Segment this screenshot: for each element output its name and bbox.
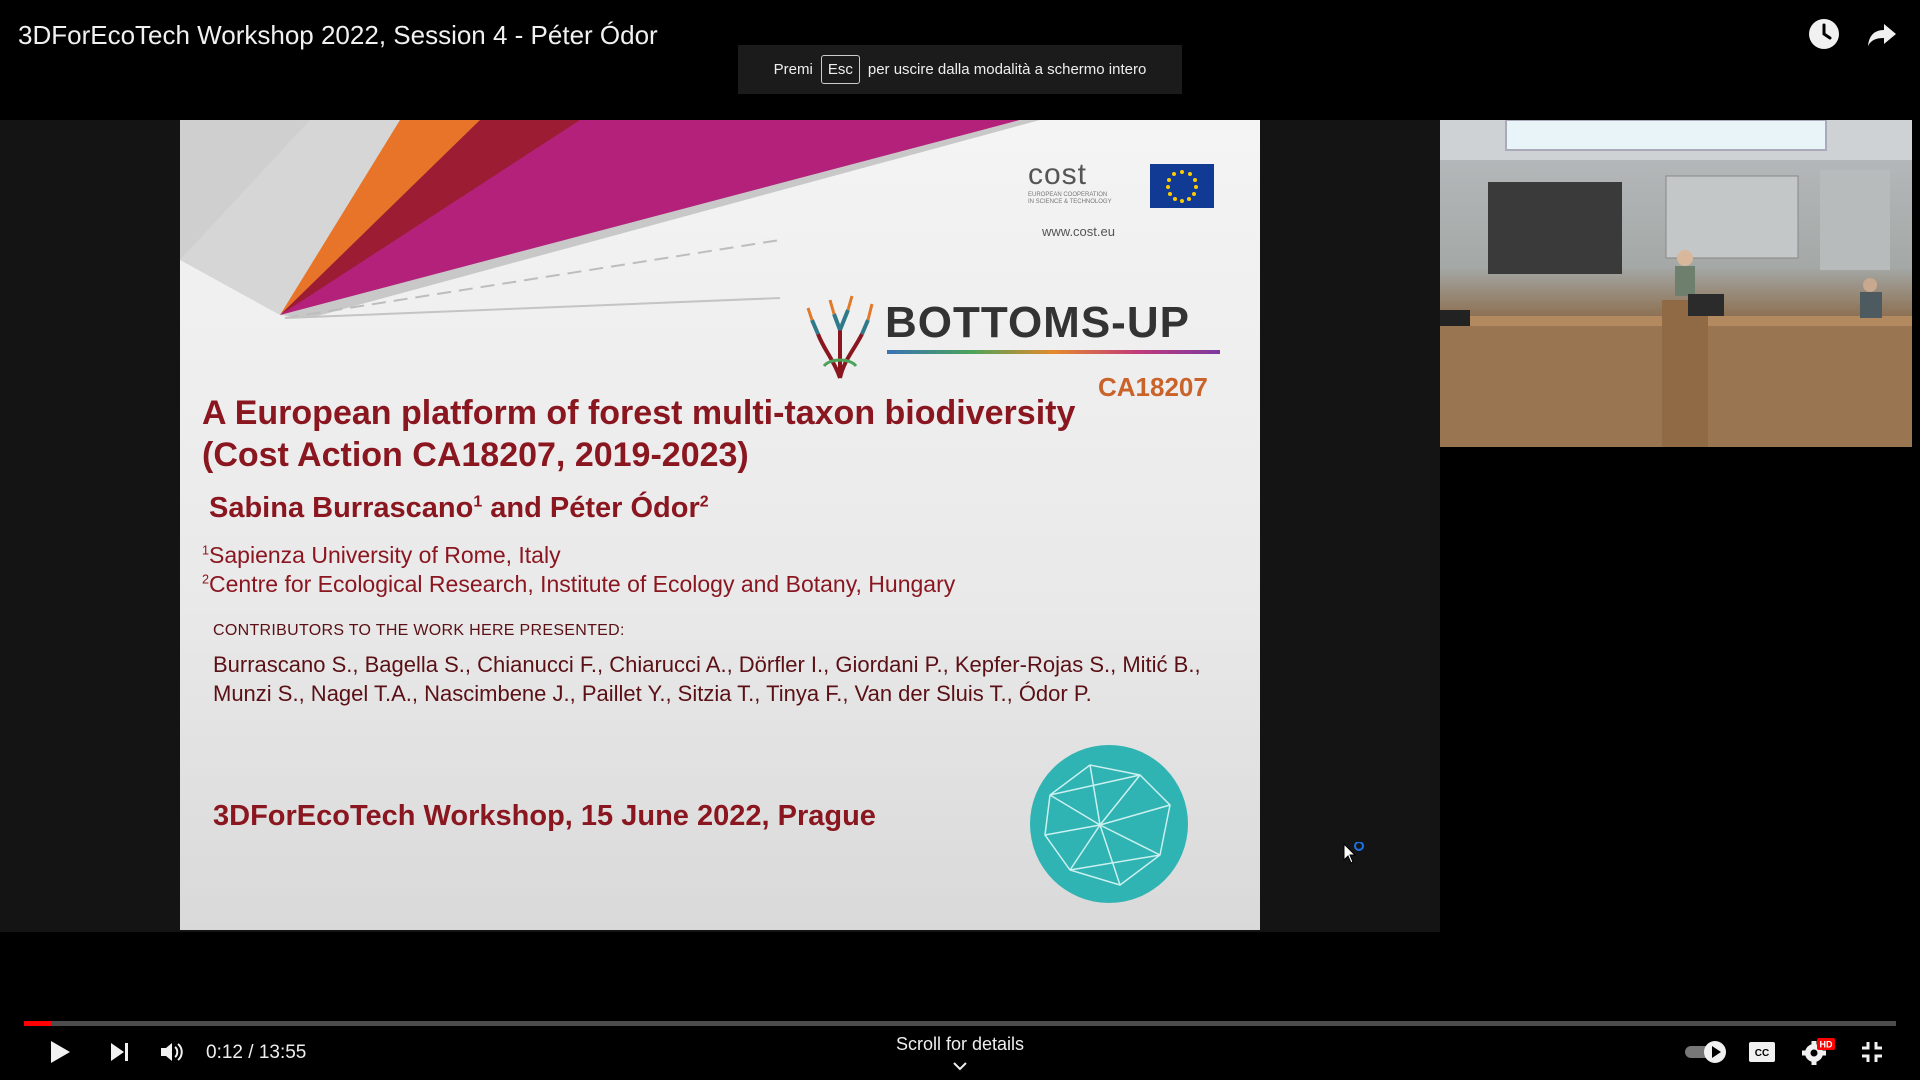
- watch-later-button[interactable]: [1806, 16, 1842, 52]
- progress-played: [24, 1021, 52, 1026]
- subtitles-button[interactable]: CC: [1742, 1032, 1782, 1072]
- author-1: Sabina Burrascano: [209, 492, 474, 524]
- cc-icon: CC: [1749, 1042, 1775, 1062]
- next-button[interactable]: [100, 1032, 140, 1072]
- contributors-list: Burrascano S., Bagella S., Chianucci F.,…: [213, 650, 1213, 708]
- cost-logo: cost European Cooperation in Science & T…: [1028, 158, 1122, 205]
- presentation-slide: cost European Cooperation in Science & T…: [180, 120, 1260, 930]
- author-join: and Péter Ódor: [482, 492, 700, 524]
- volume-icon: [161, 1043, 183, 1061]
- speaker-camera-feed: [1440, 120, 1912, 447]
- affiliation-2-sup: 2: [202, 572, 210, 587]
- slide-authors: Sabina Burrascano1 and Péter Ódor2: [209, 492, 709, 525]
- cost-logo-sub1: European Cooperation: [1028, 192, 1108, 198]
- author-1-sup: 1: [473, 493, 483, 511]
- eu-flag-icon: [1150, 164, 1214, 208]
- slide-heading-line1: A European platform of forest multi-taxo…: [202, 394, 1076, 432]
- affiliation-2-text: Centre for Ecological Research, Institut…: [209, 571, 956, 597]
- autoplay-toggle[interactable]: [1682, 1032, 1730, 1072]
- bottoms-up-tree-icon: [806, 295, 874, 379]
- play-button[interactable]: [40, 1032, 80, 1072]
- cost-logo-word: cost: [1028, 158, 1088, 191]
- contributors-heading: CONTRIBUTORS TO THE WORK HERE PRESENTED:: [213, 622, 625, 639]
- exit-fullscreen-icon: [1862, 1042, 1882, 1062]
- affiliation-2: 2Centre for Ecological Research, Institu…: [202, 571, 955, 598]
- top-right-actions: [1806, 16, 1900, 52]
- scroll-hint-label: Scroll for details: [895, 1034, 1025, 1054]
- mouse-cursor-icon: [1343, 842, 1364, 864]
- affiliation-1-text: Sapienza University of Rome, Italy: [209, 542, 561, 568]
- toast-prefix: Premi: [773, 61, 813, 78]
- slide-heading-line2: (Cost Action CA18207, 2019-2023): [202, 436, 749, 474]
- cost-logo-sub2: in Science & Technology: [1028, 198, 1112, 205]
- event-line: 3DForEcoTech Workshop, 15 June 2022, Pra…: [213, 800, 876, 832]
- contributors-line2: Munzi S., Nagel T.A., Nascimbene J., Pai…: [213, 681, 1092, 706]
- exit-fullscreen-button[interactable]: [1852, 1032, 1892, 1072]
- logo-underline: [887, 350, 1220, 354]
- volume-button[interactable]: [152, 1032, 192, 1072]
- slide-heading: A European platform of forest multi-taxo…: [202, 392, 1202, 476]
- gear-icon: HD: [1802, 1038, 1835, 1065]
- toast-suffix: per uscire dalla modalità a schermo inte…: [867, 61, 1147, 78]
- chevron-down-icon: [953, 1062, 967, 1071]
- network-globe-logo: [1030, 745, 1188, 903]
- hd-badge: HD: [1820, 1040, 1833, 1050]
- next-icon: [111, 1043, 128, 1061]
- contributors-line1: Burrascano S., Bagella S., Chianucci F.,…: [213, 652, 1201, 677]
- fullscreen-exit-toast: Premi Esc per uscire dalla modalità a sc…: [738, 45, 1182, 94]
- progress-bar[interactable]: [24, 1021, 1896, 1026]
- clock-icon: [1809, 19, 1839, 49]
- share-icon: [1868, 24, 1896, 46]
- settings-button[interactable]: HD: [1796, 1032, 1840, 1072]
- time-display: 0:12 / 13:55: [206, 1042, 306, 1064]
- author-2-sup: 2: [699, 493, 709, 511]
- esc-key-label: Esc: [820, 55, 860, 84]
- bottoms-up-logo-text: BOTTOMS-UP: [885, 298, 1190, 347]
- video-title[interactable]: 3DForEcoTech Workshop 2022, Session 4 - …: [18, 20, 658, 51]
- time-separator: /: [242, 1042, 259, 1063]
- current-time: 0:12: [206, 1042, 243, 1063]
- affiliation-1: 1Sapienza University of Rome, Italy: [202, 542, 561, 569]
- cost-url: www.cost.eu: [1042, 224, 1115, 239]
- cc-label: CC: [1755, 1048, 1769, 1059]
- play-icon: [51, 1041, 70, 1063]
- duration: 13:55: [258, 1042, 307, 1063]
- autoplay-toggle-icon: [1685, 1041, 1726, 1063]
- affiliation-1-sup: 1: [202, 543, 210, 558]
- scroll-for-details[interactable]: Scroll for details: [896, 1034, 1024, 1076]
- share-button[interactable]: [1864, 16, 1900, 52]
